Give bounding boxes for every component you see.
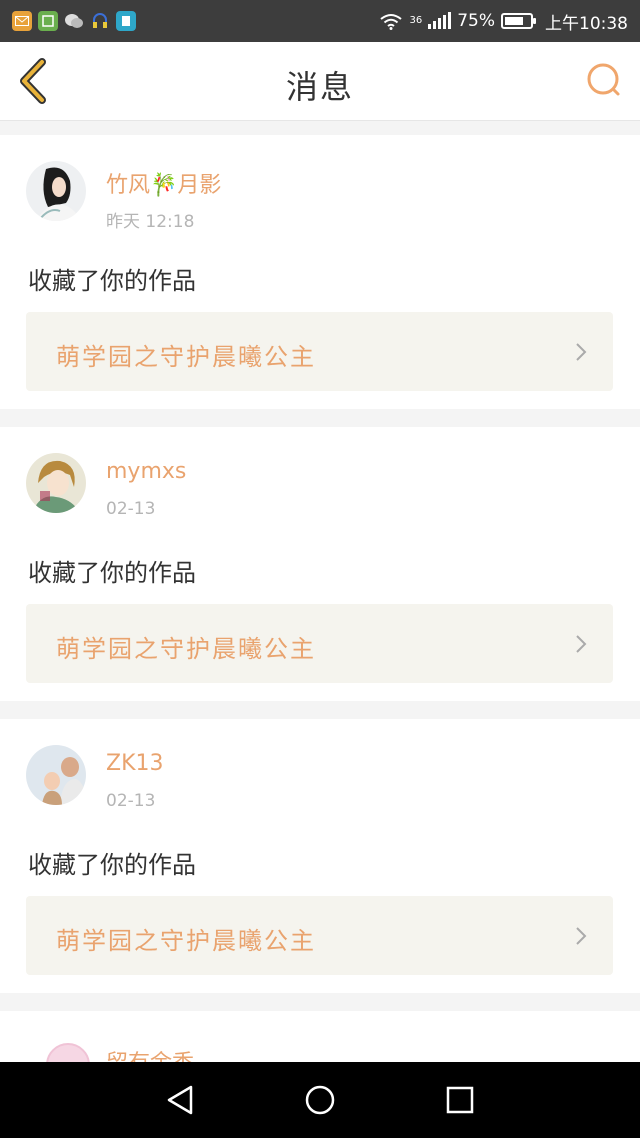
signal-icon [428, 12, 452, 29]
triangle-back-icon [167, 1085, 193, 1115]
chevron-right-icon [576, 343, 587, 361]
nav-back-button[interactable] [160, 1080, 200, 1120]
page-title: 消息 [285, 68, 354, 106]
post-time: 02-13 [106, 791, 156, 811]
message-card: ZK13 02-13 收藏了你的作品 萌学园之守护晨曦公主 [0, 719, 640, 993]
action-text: 收藏了你的作品 [28, 559, 196, 587]
network-type: 36 [409, 14, 423, 26]
system-status: 36 75% 上午10:38 [379, 9, 628, 34]
book-app-icon [116, 11, 136, 31]
avatar[interactable] [26, 745, 86, 805]
mail-app-icon [12, 11, 32, 31]
circle-home-icon [305, 1085, 335, 1115]
battery-icon [501, 13, 536, 29]
work-title: 萌学园之守护晨曦公主 [56, 927, 316, 955]
clock: 上午10:38 [545, 13, 628, 34]
wechat-icon [64, 11, 84, 31]
work-title: 萌学园之守护晨曦公主 [56, 635, 316, 663]
headset-icon [90, 11, 110, 31]
wifi-icon [380, 14, 403, 30]
chevron-right-icon [576, 635, 587, 653]
user-name[interactable]: ZK13 [106, 751, 164, 776]
work-link[interactable]: 萌学园之守护晨曦公主 [26, 312, 613, 391]
message-card: 竹风🎋月影 昨天 12:18 收藏了你的作品 萌学园之守护晨曦公主 [0, 135, 640, 409]
work-link[interactable]: 萌学园之守护晨曦公主 [26, 896, 613, 975]
notification-icons [12, 11, 136, 31]
avatar[interactable] [46, 1043, 90, 1062]
app-header: 消息 [0, 42, 640, 121]
avatar[interactable] [26, 161, 86, 221]
user-name[interactable]: 留有余香 [106, 1045, 194, 1062]
system-nav-bar [0, 1062, 640, 1138]
message-list: 竹风🎋月影 昨天 12:18 收藏了你的作品 萌学园之守护晨曦公主 mymxs … [0, 121, 640, 1062]
user-name[interactable]: mymxs [106, 459, 186, 484]
status-bar: 36 75% 上午10:38 [0, 0, 640, 42]
action-text: 收藏了你的作品 [28, 267, 196, 295]
chevron-right-icon [576, 927, 587, 945]
avatar[interactable] [26, 453, 86, 513]
search-icon [587, 63, 620, 96]
message-card: mymxs 02-13 收藏了你的作品 萌学园之守护晨曦公主 [0, 427, 640, 701]
post-time: 昨天 12:18 [106, 212, 195, 232]
square-recents-icon [446, 1086, 474, 1114]
battery-percent: 75% [457, 11, 495, 31]
user-name[interactable]: 竹风🎋月影 [106, 167, 221, 199]
work-link[interactable]: 萌学园之守护晨曦公主 [26, 604, 613, 683]
message-card: 留有余香 [0, 1011, 640, 1062]
reader-app-icon [38, 11, 58, 31]
work-title: 萌学园之守护晨曦公主 [56, 343, 316, 371]
search-button[interactable] [584, 60, 624, 100]
action-text: 收藏了你的作品 [28, 851, 196, 879]
post-time: 02-13 [106, 499, 156, 519]
nav-home-button[interactable] [300, 1080, 340, 1120]
nav-recents-button[interactable] [440, 1080, 480, 1120]
